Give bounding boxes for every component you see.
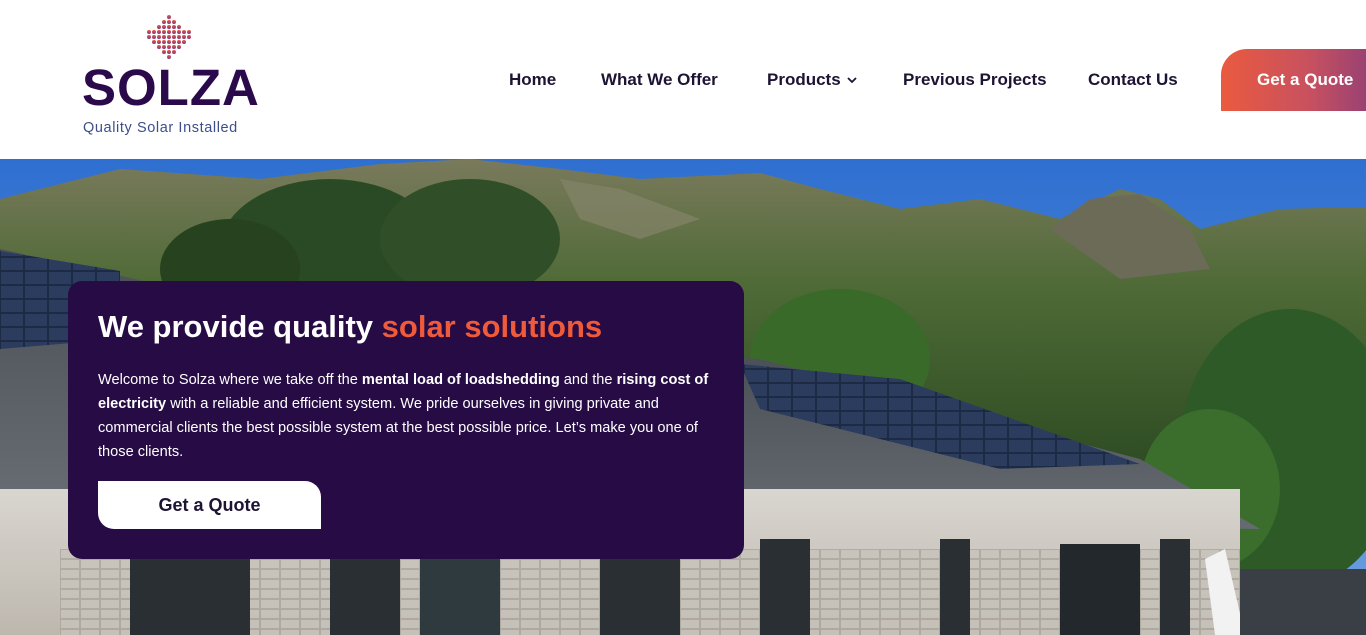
logo-tagline: Quality Solar Installed: [83, 120, 238, 136]
hero-title: We provide quality solar solutions: [98, 307, 602, 347]
hero-desc-part3: with a reliable and efficient system. We…: [98, 396, 698, 460]
site-header: SOLZA Quality Solar Installed Home What …: [0, 0, 1366, 159]
hero-desc-part1: Welcome to Solza where we take off the: [98, 372, 362, 388]
chevron-down-icon: [847, 77, 857, 84]
hero-card: We provide quality solar solutions Welco…: [68, 281, 744, 559]
main-nav: Home What We Offer Products Previous Pro…: [0, 68, 1366, 92]
logo-dots-icon: [147, 15, 191, 59]
nav-home[interactable]: Home: [509, 68, 556, 92]
hero-desc-part2: and the: [559, 372, 617, 388]
hero-desc-bold1: mental load of loadshedding: [361, 372, 560, 388]
nav-products-label: Products: [767, 70, 841, 89]
nav-contact-us[interactable]: Contact Us: [1088, 68, 1178, 92]
nav-products[interactable]: Products: [767, 68, 857, 92]
nav-what-we-offer[interactable]: What We Offer: [601, 68, 718, 92]
nav-previous-projects[interactable]: Previous Projects: [903, 68, 1047, 92]
hero-get-quote-button[interactable]: Get a Quote: [98, 481, 321, 529]
hero-title-accent: solar solutions: [381, 309, 603, 344]
hero-description: Welcome to Solza where we take off the m…: [98, 368, 713, 464]
header-get-quote-button[interactable]: Get a Quote: [1221, 49, 1366, 111]
hero-title-plain: We provide quality: [98, 309, 382, 344]
